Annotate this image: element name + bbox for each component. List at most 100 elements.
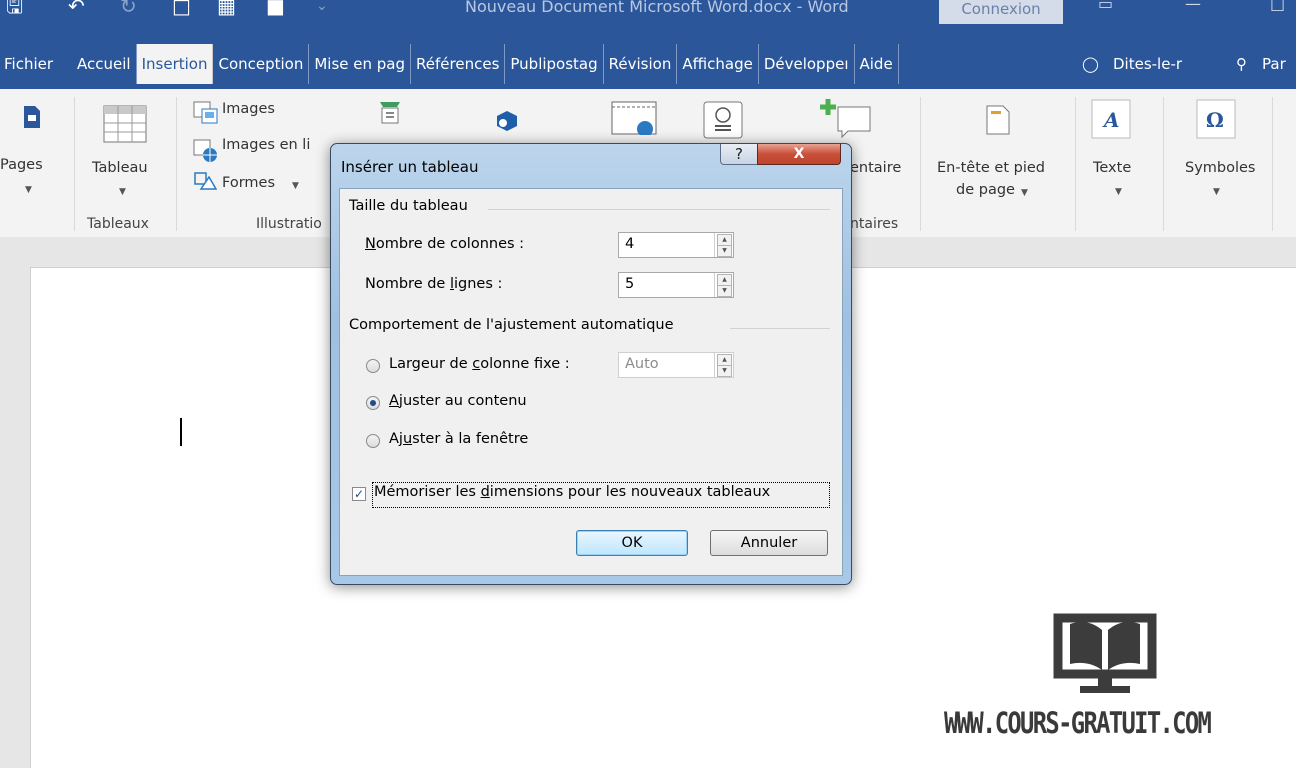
tab-insertion[interactable]: Insertion [136,44,214,84]
fixed-width-label[interactable]: Largeur de colonne fixe : [389,356,570,372]
addins-icon [497,111,517,131]
section-divider [730,328,830,329]
tableau-dropdown-icon[interactable]: ▼ [119,187,126,197]
tab-accueil[interactable]: Accueil [67,44,137,84]
new-document-icon[interactable]: □ [172,0,191,16]
text-cursor [180,418,182,446]
rows-stepper-arrows: ▲ ▼ [714,273,733,297]
close-button[interactable]: X [757,144,841,165]
illustrations-group-label: Illustratio [256,216,322,232]
tableaux-group-label: Tableaux [87,216,149,232]
online-video-icon [611,101,657,135]
tab-revision[interactable]: Révision [604,44,678,84]
document-title: Nouveau Document Microsoft Word.docx - W… [465,0,849,16]
share-icon[interactable]: ⚲ [1236,44,1247,84]
dialog-title: Insérer un tableau [341,158,479,176]
title-bar: 🖫 ↶ ↻ □ ▦ ■ ⌄ Nouveau Document Microsoft… [0,0,1296,33]
smartart-icon [380,102,400,124]
insert-table-dialog: Insérer un tableau ? X Taille du tableau… [330,143,852,585]
separator [74,97,75,231]
rows-stepper[interactable]: 5 ▲ ▼ [618,272,734,298]
images-button[interactable]: Images [222,101,275,117]
tab-conception[interactable]: Conception [213,44,310,84]
section-divider [488,209,830,210]
comment-icon [820,99,871,139]
book-logo-icon [1053,613,1157,693]
rows-label: Nombre de lignes : [365,276,503,292]
tab-references[interactable]: Références [411,44,506,84]
pages-icon [24,106,40,128]
columns-stepper[interactable]: 4 ▲ ▼ [618,232,734,258]
header-footer-dropdown-icon[interactable]: ▼ [1021,188,1028,198]
table-icon [103,105,147,143]
svg-text:Ω: Ω [1206,108,1224,132]
shapes-icon [194,172,217,190]
symbols-button[interactable]: Symboles [1185,160,1256,176]
autofit-contents-radio[interactable] [366,396,380,410]
text-icon: A [1091,99,1131,139]
quick-access-icon[interactable]: ■ [266,0,285,16]
maximize-icon[interactable]: □ [1270,0,1285,13]
fixed-width-radio[interactable] [366,359,380,373]
autofit-window-label[interactable]: Ajuster à la fenêtre [389,431,528,447]
tab-fichier[interactable]: Fichier [0,44,67,84]
header-footer-icon [986,105,1010,135]
tableau-button[interactable]: Tableau [92,160,148,176]
separator [1163,97,1164,231]
save-icon[interactable]: 🖫 [6,0,23,16]
remember-dimensions-label[interactable]: Mémoriser les dimensions pour les nouvea… [374,484,770,500]
customize-qat-icon[interactable]: ⌄ [316,0,328,16]
share-button[interactable]: Par [1262,44,1286,84]
fixed-width-stepper-arrows: ▲ ▼ [714,353,733,377]
cancel-button[interactable]: Annuler [710,530,828,556]
columns-stepper-arrows: ▲ ▼ [714,233,733,257]
separator [1075,97,1076,231]
ribbon-tabs-bar: Fichier Accueil Insertion Conception Mis… [0,33,1296,89]
pages-dropdown-icon[interactable]: ▼ [25,185,32,195]
comment-button[interactable]: entaire [850,160,901,176]
tab-affichage[interactable]: Affichage [677,44,759,84]
tab-mise-en-page[interactable]: Mise en pag [309,44,412,84]
shapes-dropdown-icon[interactable]: ▼ [292,181,299,191]
help-button[interactable]: ? [720,144,758,165]
undo-icon[interactable]: ↶ [68,0,85,16]
rows-value[interactable]: 5 [625,276,634,292]
shapes-button[interactable]: Formes [222,175,275,191]
online-images-icon [193,139,217,162]
online-images-button[interactable]: Images en li [222,137,310,153]
touch-mode-icon[interactable]: ▦ [217,0,236,16]
text-dropdown-icon[interactable]: ▼ [1115,187,1122,197]
text-button[interactable]: Texte [1093,160,1131,176]
separator [920,97,921,231]
remember-dimensions-checkbox[interactable]: ✓ [352,487,366,501]
autofit-contents-label[interactable]: Ajuster au contenu [389,393,527,409]
dialog-body: Taille du tableau Nombre de colonnes : 4… [339,188,843,576]
lightbulb-icon[interactable]: ◯ [1082,44,1099,84]
header-footer-button-line2[interactable]: de page [956,182,1015,198]
pages-button[interactable]: Pages [0,157,43,173]
tab-publipostage[interactable]: Publipostag [505,44,604,84]
redo-icon[interactable]: ↻ [120,0,137,16]
ribbon-display-icon[interactable]: ▭ [1098,0,1113,13]
separator [1272,97,1273,231]
columns-label: Nombre de colonnes : [365,236,525,252]
symbols-dropdown-icon[interactable]: ▼ [1213,187,1220,197]
ribbon-tabs: Fichier Accueil Insertion Conception Mis… [0,44,899,84]
tab-developpeur[interactable]: Développeı [759,44,855,84]
links-icon [703,101,743,139]
tab-aide[interactable]: Aide [855,44,899,84]
autofit-section-title: Comportement de l'ajustement automatique [349,317,674,333]
fixed-width-stepper[interactable]: Auto ▲ ▼ [618,352,734,378]
rows-decrement-icon[interactable]: ▼ [717,285,732,297]
minimize-icon[interactable]: — [1185,0,1201,13]
fixed-width-decrement-icon[interactable]: ▼ [717,365,732,377]
separator [176,97,177,231]
columns-decrement-icon[interactable]: ▼ [717,245,732,257]
ok-button[interactable]: OK [576,530,688,556]
header-footer-button-line1[interactable]: En-tête et pied [937,160,1045,176]
fixed-width-value[interactable]: Auto [625,356,659,372]
columns-value[interactable]: 4 [625,236,634,252]
connexion-button[interactable]: Connexion [939,0,1063,24]
autofit-window-radio[interactable] [366,434,380,448]
tell-me-search[interactable]: Dites-le-r [1113,44,1182,84]
